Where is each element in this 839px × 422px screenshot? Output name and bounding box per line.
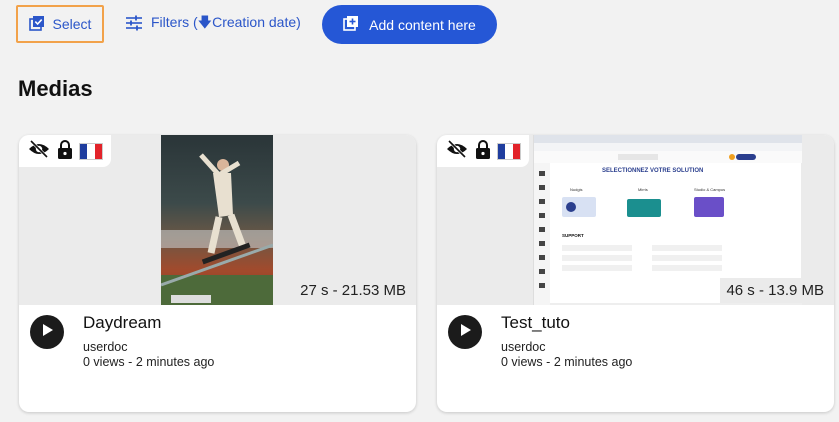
select-label: Select bbox=[52, 16, 92, 32]
arrow-down-icon: 🡇 bbox=[197, 14, 213, 30]
media-views: 0 views bbox=[83, 355, 125, 369]
add-content-icon bbox=[343, 15, 359, 34]
media-card[interactable]: 27 s - 21.53 MB Daydream userdoc 0 views… bbox=[19, 135, 416, 412]
screenshot-support: SUPPORT bbox=[562, 233, 584, 238]
media-owner: userdoc bbox=[501, 340, 546, 354]
thumbnail-image bbox=[160, 135, 274, 305]
screenshot-option-3: Studio & Campus bbox=[694, 187, 726, 192]
filters-icon bbox=[125, 15, 143, 34]
badges bbox=[19, 135, 111, 167]
visibility-off-icon bbox=[27, 139, 51, 164]
media-meta: 0 views - 2 minutes ago bbox=[83, 355, 214, 369]
filters-label: Filters ( bbox=[151, 14, 198, 30]
media-title[interactable]: Daydream bbox=[83, 313, 161, 333]
section-title: Medias bbox=[18, 76, 93, 101]
screenshot-heading: SELECTIONNEZ VOTRE SOLUTION bbox=[602, 168, 704, 174]
meta-separator: - bbox=[546, 355, 551, 369]
media-meta: 0 views - 2 minutes ago bbox=[501, 355, 632, 369]
media-time: 2 minutes ago bbox=[135, 355, 215, 369]
play-icon bbox=[458, 323, 472, 342]
select-checkbox-icon bbox=[28, 15, 45, 34]
add-content-label: Add content here bbox=[369, 16, 476, 33]
media-owner: userdoc bbox=[83, 340, 128, 354]
france-flag-icon bbox=[79, 142, 103, 160]
media-thumbnail[interactable]: 27 s - 21.53 MB bbox=[19, 135, 416, 305]
play-button[interactable] bbox=[448, 315, 482, 349]
france-flag-icon bbox=[497, 142, 521, 160]
media-thumbnail[interactable]: SELECTIONNEZ VOTRE SOLUTION Nudgis Mirri… bbox=[437, 135, 834, 305]
duration-size: 46 s - 13.9 MB bbox=[720, 278, 830, 303]
toolbar: Select Filters (🡇Creation date) Add cont… bbox=[0, 0, 839, 50]
play-icon bbox=[40, 323, 54, 342]
visibility-off-icon bbox=[445, 139, 469, 164]
media-time: 2 minutes ago bbox=[553, 355, 633, 369]
screenshot-option-1: Nudgis bbox=[570, 187, 583, 192]
media-card[interactable]: SELECTIONNEZ VOTRE SOLUTION Nudgis Mirri… bbox=[437, 135, 834, 412]
badges bbox=[437, 135, 529, 167]
meta-separator: - bbox=[128, 355, 133, 369]
play-button[interactable] bbox=[30, 315, 64, 349]
media-title[interactable]: Test_tuto bbox=[501, 313, 570, 333]
lock-icon bbox=[475, 139, 491, 164]
filters-sort-label: Creation date) bbox=[212, 14, 301, 30]
select-button[interactable]: Select bbox=[16, 5, 104, 43]
screenshot-option-2: Mirris bbox=[638, 187, 648, 192]
media-views: 0 views bbox=[501, 355, 543, 369]
filters-button[interactable]: Filters (🡇Creation date) bbox=[125, 6, 301, 42]
duration-size: 27 s - 21.53 MB bbox=[294, 278, 412, 303]
add-content-button[interactable]: Add content here bbox=[322, 5, 497, 44]
lock-icon bbox=[57, 139, 73, 164]
